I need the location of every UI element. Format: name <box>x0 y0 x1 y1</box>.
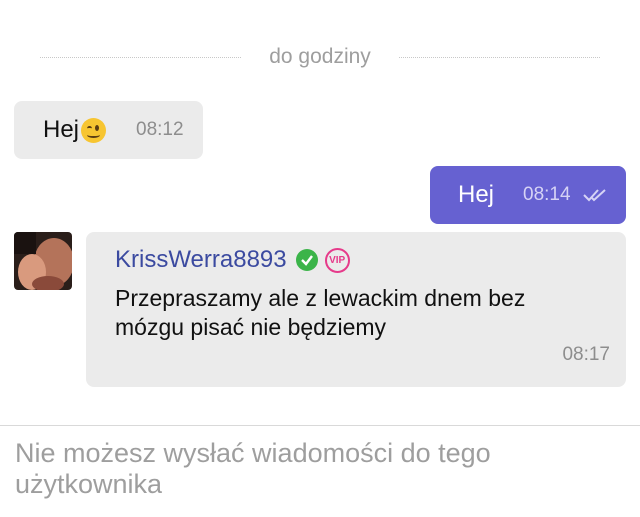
message-text: Hej <box>43 116 80 143</box>
date-divider: do godziny <box>40 40 601 74</box>
message-time: 08:17 <box>562 344 610 365</box>
vip-badge-icon: VIP <box>324 247 350 273</box>
avatar[interactable] <box>14 232 72 290</box>
message-time: 08:12 <box>136 119 184 140</box>
divider-label: do godziny <box>269 45 371 68</box>
sender-name[interactable]: KrissWerra8893 <box>115 246 287 274</box>
outgoing-message-bubble[interactable]: Hej 08:14 <box>430 166 626 224</box>
incoming-message-bubble[interactable]: Hej 08:12 <box>14 101 203 159</box>
message-time: 08:14 <box>523 184 571 205</box>
message-content: Hej <box>43 116 107 144</box>
message-text: Przepraszamy ale z lewackim dnem bez móz… <box>115 285 526 340</box>
verified-check-icon <box>295 249 318 271</box>
winking-face-emoji-icon <box>81 117 107 143</box>
divider-line-left <box>40 56 242 58</box>
double-check-icon <box>582 189 606 202</box>
composer-divider <box>0 425 640 426</box>
composer-disabled-notice: Nie możesz wysłać wiadomości do tego uży… <box>15 438 491 499</box>
sender-row: KrissWerra8893 VIP <box>115 246 350 274</box>
message-text: Hej <box>458 181 495 208</box>
divider-line-right <box>398 56 601 58</box>
incoming-message-bubble[interactable]: KrissWerra8893 VIP Przepraszamy ale z le… <box>86 232 626 387</box>
